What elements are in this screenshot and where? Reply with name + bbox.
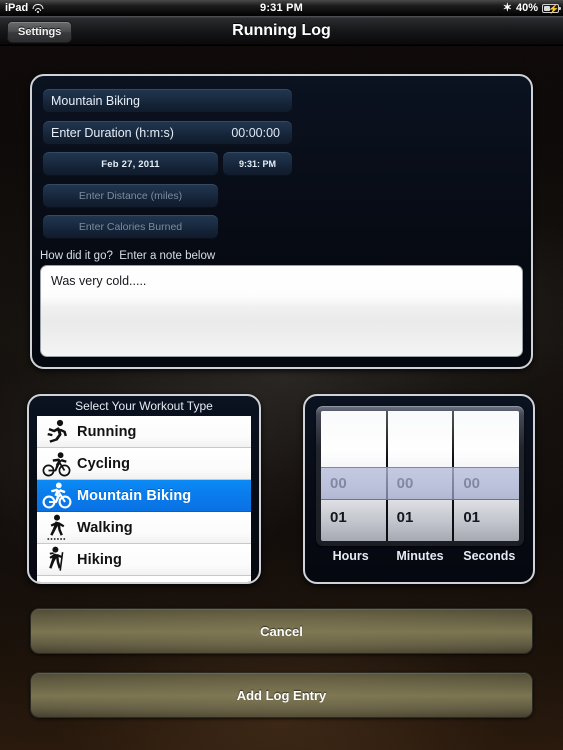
add-log-entry-button-label: Add Log Entry [236, 687, 327, 703]
workout-list-item[interactable]: Running [37, 416, 251, 448]
workout-type-header: Select Your Workout Type [75, 399, 213, 413]
workout-list-item-label: Walking [77, 519, 133, 536]
note-label: How did it go? Enter a note below [40, 250, 216, 262]
workout-list-item[interactable]: Cycling [37, 448, 251, 480]
picker-wheel-seconds[interactable]: 000102 [454, 411, 519, 541]
activity-name-field[interactable]: Mountain Biking [43, 89, 292, 113]
distance-input[interactable]: Enter Distance (miles) [43, 184, 218, 208]
add-log-entry-button[interactable]: Add Log Entry [30, 672, 533, 718]
picker-wheel-values: 000102 [454, 467, 519, 541]
calories-placeholder: Enter Calories Burned [78, 221, 183, 233]
picker-column-label: Seconds [463, 549, 516, 563]
picker-wheel-minutes[interactable]: 000102 [388, 411, 455, 541]
note-textarea[interactable]: Was very cold..... [40, 265, 523, 357]
picker-value[interactable]: 01 [388, 501, 453, 535]
workout-list-item-label: Hiking [77, 551, 122, 568]
duration-field[interactable]: Enter Duration (h:m:s) 00:00:00 [43, 121, 292, 145]
duration-picker-frame: 000102000102000102 [316, 406, 524, 546]
runner-icon [37, 417, 77, 447]
workout-list-item-label: Running [77, 423, 137, 440]
battery-percent-label: 40% [515, 2, 538, 14]
mountain-biker-icon [37, 481, 77, 511]
distance-placeholder: Enter Distance (miles) [78, 190, 183, 202]
picker-wheel-values: 000102 [321, 467, 386, 541]
picker-value[interactable]: 02 [321, 535, 386, 541]
duration-picker-wheels[interactable]: 000102000102000102 [321, 411, 519, 541]
navigation-bar: Settings Running Log [0, 16, 563, 46]
cancel-button[interactable]: Cancel [30, 608, 533, 654]
bluetooth-icon: ✶ [502, 1, 512, 14]
duration-picker-panel: 000102000102000102 HoursMinutesSeconds [303, 394, 535, 584]
workout-type-list[interactable]: Running Cycling Mountain Biking Walking Hiki… [37, 416, 251, 582]
calories-input[interactable]: Enter Calories Burned [43, 215, 218, 239]
picker-value[interactable]: 00 [388, 467, 453, 501]
picker-wheel-hours[interactable]: 000102 [321, 411, 388, 541]
picker-value[interactable]: 00 [321, 467, 386, 501]
status-bar-clock: 9:31 PM [260, 2, 303, 14]
picker-value[interactable]: 00 [454, 467, 519, 501]
battery-charging-icon: ⚡ [542, 3, 561, 14]
cyclist-icon [37, 449, 77, 479]
picker-value[interactable]: 01 [321, 501, 386, 535]
picker-column-label: Minutes [396, 549, 444, 563]
status-bar-right: ✶ 40% ⚡ [502, 1, 561, 14]
duration-value: 00:00:00 [231, 126, 280, 140]
picker-value[interactable]: 01 [454, 501, 519, 535]
picker-value[interactable]: 02 [454, 535, 519, 541]
walker-icon [37, 513, 77, 543]
picker-column-label: Hours [332, 549, 369, 563]
workout-list-item-label: Cycling [77, 455, 131, 472]
time-value: 9:31: PM [238, 159, 276, 169]
time-field[interactable]: 9:31: PM [223, 152, 292, 176]
hiker-icon [37, 545, 77, 575]
picker-value[interactable]: 02 [388, 535, 453, 541]
workout-list-item[interactable]: Hiking [37, 544, 251, 576]
status-bar: iPad 9:31 PM ✶ 40% ⚡ [0, 0, 563, 16]
cancel-button-label: Cancel [260, 623, 303, 639]
activity-name-value: Mountain Biking [51, 94, 140, 108]
workout-type-panel: Select Your Workout Type Running Cycling M… [27, 394, 261, 584]
workout-list-item[interactable]: Walking [37, 512, 251, 544]
picker-wheel-values: 000102 [388, 467, 453, 541]
page-title: Running Log [232, 22, 331, 39]
date-field[interactable]: Feb 27, 2011 [43, 152, 218, 176]
workout-list-item[interactable]: Mountain Biking [37, 480, 251, 512]
date-value: Feb 27, 2011 [101, 158, 160, 170]
duration-label: Enter Duration (h:m:s) [51, 126, 174, 140]
duration-picker-labels: Hours Minutes Seconds [316, 549, 524, 571]
workout-list-item-label: Mountain Biking [77, 487, 192, 504]
log-entry-form-panel: Mountain Biking Enter Duration (h:m:s) 0… [30, 74, 533, 369]
